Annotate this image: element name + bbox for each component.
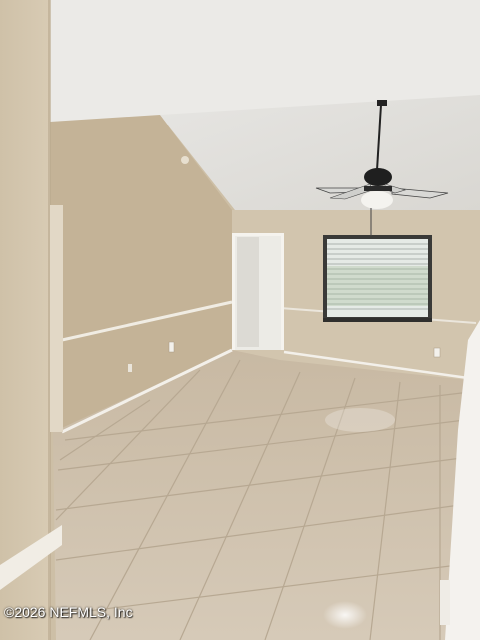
wall-outlet — [433, 347, 441, 358]
floor-glare — [323, 601, 367, 629]
room-illustration — [0, 0, 480, 640]
left-wall-edge — [50, 205, 63, 432]
room-photo: ©2026 NEFMLS, Inc — [0, 0, 480, 640]
copyright-watermark: ©2026 NEFMLS, Inc — [4, 604, 133, 620]
smoke-detector — [181, 156, 189, 164]
wall-outlet — [168, 341, 175, 353]
